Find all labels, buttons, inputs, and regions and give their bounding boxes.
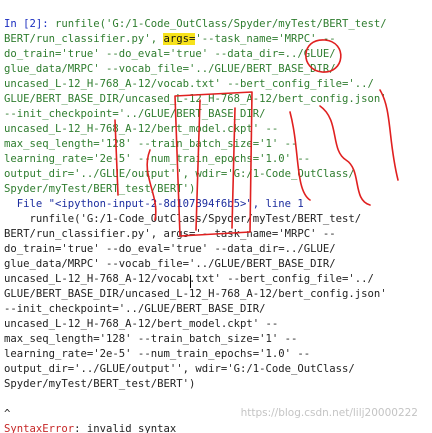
input-prompt: In [2]: bbox=[4, 18, 49, 30]
text-cursor bbox=[190, 275, 191, 288]
command-line-8: uncased_L-12_H-768_A-12/bert_model.ckpt'… bbox=[4, 123, 279, 135]
traceback-line-4: glue_data/MRPC' --vocab_file='../GLUE/BE… bbox=[4, 258, 336, 270]
traceback-line-8: uncased_L-12_H-768_A-12/bert_model.ckpt'… bbox=[4, 318, 279, 330]
command-line-4: glue_data/MRPC' --vocab_file='../GLUE/BE… bbox=[4, 63, 336, 75]
traceback-line-7: --init_checkpoint='../GLUE/BERT_BASE_DIR… bbox=[4, 303, 266, 315]
command-line-12: Spyder/myTest/BERT_test/BERT') bbox=[4, 183, 196, 195]
highlighted-args-keyword: args= bbox=[163, 33, 196, 45]
traceback-line-9: max_seq_length='128' --train_batch_size=… bbox=[4, 333, 298, 345]
traceback-line-12: Spyder/myTest/BERT_test/BERT') bbox=[4, 378, 196, 390]
ipython-console[interactable]: In [2]: runfile('G:/1-Code_OutClass/Spyd… bbox=[0, 0, 432, 433]
command-line-5: uncased_L-12_H-768_A-12/vocab.txt' --ber… bbox=[4, 78, 374, 90]
traceback-line-5: uncased_L-12_H-768_A-12/vocab.txt' --ber… bbox=[4, 273, 374, 285]
command-text: BERT/run_classifier.py', bbox=[4, 33, 164, 45]
command-line-10: learning_rate='2e-5' --num_train_epochs=… bbox=[4, 153, 311, 165]
command-line-2: BERT/run_classifier.py', args='--task_na… bbox=[4, 32, 430, 47]
traceback-line-3: do_train='true' --do_eval='true' --data_… bbox=[4, 243, 336, 255]
traceback-line-2: BERT/run_classifier.py', args='--task_na… bbox=[4, 228, 336, 240]
traceback-line-10: learning_rate='2e-5' --num_train_epochs=… bbox=[4, 348, 311, 360]
command-line-7: --init_checkpoint='../GLUE/BERT_BASE_DIR… bbox=[4, 108, 266, 120]
command-text: runfile('G:/1-Code_OutClass/Spyder/myTes… bbox=[48, 18, 387, 30]
command-line-6: GLUE/BERT_BASE_DIR/uncased_L-12_H-768_A-… bbox=[4, 93, 387, 105]
watermark: https://blog.csdn.net/lilj20000222 bbox=[240, 407, 418, 419]
command-text: '--task_name='MRPC' -- bbox=[195, 33, 336, 45]
command-line-9: max_seq_length='128' --train_batch_size=… bbox=[4, 138, 298, 150]
command-line-1: In [2]: runfile('G:/1-Code_OutClass/Spyd… bbox=[4, 17, 430, 32]
error-message: : invalid syntax bbox=[74, 423, 177, 433]
traceback-line-11: output_dir='../GLUE/output'', wdir='G:/1… bbox=[4, 363, 355, 375]
error-name: SyntaxError bbox=[4, 423, 75, 433]
traceback-line-6: GLUE/BERT_BASE_DIR/uncased_L-12_H-768_A-… bbox=[4, 288, 387, 300]
command-line-3: do_train='true' --do_eval='true' --data_… bbox=[4, 48, 336, 60]
command-line-11: output_dir='../GLUE/output'', wdir='G:/1… bbox=[4, 168, 355, 180]
traceback-line-1: runfile('G:/1-Code_OutClass/Spyder/myTes… bbox=[4, 213, 362, 225]
traceback-file-line: File "<ipython-input-2-8d107894f6b5>", l… bbox=[4, 198, 304, 210]
error-line: SyntaxError: invalid syntax bbox=[4, 422, 430, 433]
